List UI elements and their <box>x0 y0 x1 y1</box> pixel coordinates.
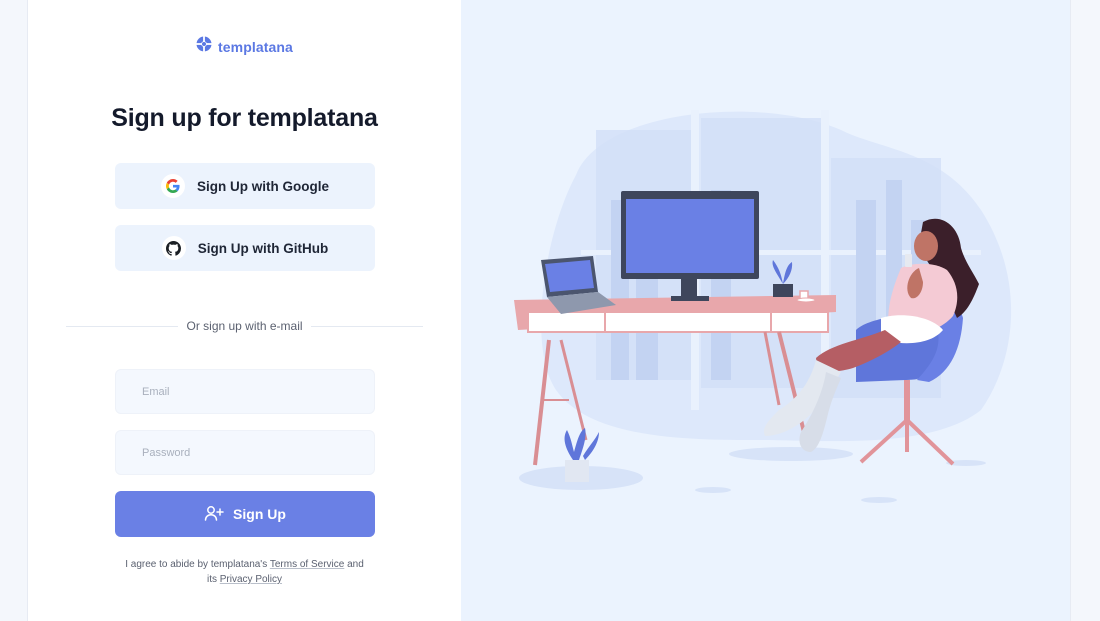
github-signup-label: Sign Up with GitHub <box>197 240 329 256</box>
signup-button[interactable]: Sign Up <box>115 491 375 537</box>
email-divider: Or sign up with e-mail <box>66 318 424 334</box>
add-user-icon <box>204 505 224 524</box>
brand-header[interactable]: templatana <box>28 36 461 57</box>
google-signup-button[interactable]: Sign Up with Google <box>115 163 375 209</box>
brand-name: templatana <box>218 38 293 55</box>
divider-line-right <box>310 325 424 327</box>
legal-notice: I agree to abide by templatana's Terms o… <box>28 557 461 587</box>
divider-text: Or sign up with e-mail <box>186 319 303 333</box>
templatana-logo-icon <box>196 36 212 57</box>
google-icon <box>161 174 185 198</box>
github-icon <box>161 236 186 260</box>
privacy-policy-link[interactable]: Privacy Policy <box>220 574 282 585</box>
legal-conjunction: and <box>347 559 364 570</box>
legal-its: its <box>206 574 217 585</box>
workspace-illustration <box>513 110 1011 503</box>
page-title: Sign up for templatana <box>111 104 378 132</box>
signup-button-label: Sign Up <box>233 506 286 522</box>
signup-panel: templatana Sign up for templatana Sign U… <box>28 0 461 621</box>
password-field[interactable] <box>115 430 375 475</box>
google-signup-label: Sign Up with Google <box>197 178 329 194</box>
divider-line-left <box>66 325 179 327</box>
page-frame: templatana Sign up for templatana Sign U… <box>27 0 1071 621</box>
illustration-panel <box>460 0 1070 621</box>
github-signup-button[interactable]: Sign Up with GitHub <box>115 225 375 271</box>
email-field[interactable] <box>115 369 375 414</box>
legal-prefix: I agree to abide by templatana's <box>125 559 268 570</box>
terms-of-service-link[interactable]: Terms of Service <box>270 559 344 570</box>
